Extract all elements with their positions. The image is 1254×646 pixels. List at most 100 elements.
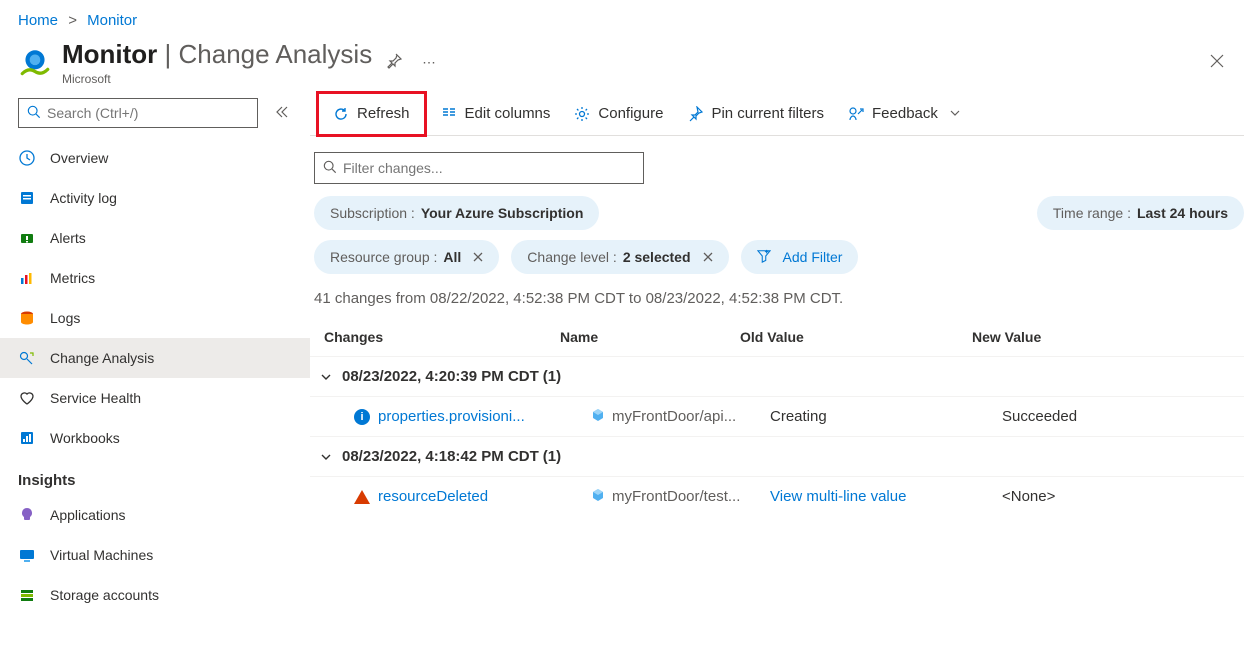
pill-value: Your Azure Subscription <box>421 205 584 221</box>
group-row[interactable]: 08/23/2022, 4:20:39 PM CDT (1) <box>310 356 1244 396</box>
pill-add-filter[interactable]: Add Filter <box>741 240 859 274</box>
title-sep: | <box>157 39 178 69</box>
virtual-machines-icon <box>18 546 36 564</box>
pill-label: Subscription : <box>330 205 415 221</box>
table-header: Changes Name Old Value New Value <box>310 323 1244 356</box>
sidebar-item-overview[interactable]: Overview <box>0 138 310 178</box>
collapse-sidebar-button[interactable] <box>270 101 292 126</box>
change-analysis-icon <box>18 349 36 367</box>
pin-button[interactable] <box>380 47 408 78</box>
group-row[interactable]: 08/23/2022, 4:18:42 PM CDT (1) <box>310 436 1244 476</box>
sidebar-item-metrics[interactable]: Metrics <box>0 258 310 298</box>
breadcrumb-home[interactable]: Home <box>18 12 58 29</box>
sidebar-item-logs[interactable]: Logs <box>0 298 310 338</box>
alerts-icon <box>18 229 36 247</box>
edit-columns-label: Edit columns <box>465 105 551 122</box>
info-icon: i <box>354 409 370 425</box>
title-main: Monitor <box>62 39 157 69</box>
table-row[interactable]: resourceDeleted myFrontDoor/test... View… <box>310 476 1244 516</box>
pill-resource-group[interactable]: Resource group : All <box>314 240 499 274</box>
col-header-name[interactable]: Name <box>560 329 740 345</box>
close-icon[interactable] <box>473 252 483 262</box>
filter-changes-input[interactable] <box>343 160 635 176</box>
storage-accounts-icon <box>18 586 36 604</box>
filter-changes-input-wrap[interactable] <box>314 152 644 184</box>
pill-value: 2 selected <box>623 249 691 265</box>
configure-label: Configure <box>598 105 663 122</box>
change-link[interactable]: resourceDeleted <box>378 488 488 505</box>
old-value-link[interactable]: View multi-line value <box>770 488 906 505</box>
breadcrumb-sep: > <box>68 12 77 29</box>
refresh-button[interactable]: Refresh <box>319 94 424 134</box>
old-value: Creating <box>770 408 1002 425</box>
sidebar-item-activity-log[interactable]: Activity log <box>0 178 310 218</box>
gear-icon <box>574 106 590 122</box>
sidebar-item-label: Storage accounts <box>50 587 159 603</box>
more-button[interactable]: ⋯ <box>416 49 441 77</box>
title-sub: Change Analysis <box>179 39 373 69</box>
refresh-label: Refresh <box>357 105 410 122</box>
title-block: Monitor | Change Analysis Microsoft <box>62 39 372 86</box>
table-row[interactable]: i properties.provisioni... myFrontDoor/a… <box>310 396 1244 436</box>
sidebar-item-alerts[interactable]: Alerts <box>0 218 310 258</box>
sidebar-item-label: Virtual Machines <box>50 547 153 563</box>
overview-icon <box>18 149 36 167</box>
sidebar-item-storage-accounts[interactable]: Storage accounts <box>0 575 310 615</box>
sidebar-item-label: Logs <box>50 310 80 326</box>
col-header-changes[interactable]: Changes <box>324 329 560 345</box>
sidebar-item-applications[interactable]: Applications <box>0 495 310 535</box>
pill-subscription[interactable]: Subscription : Your Azure Subscription <box>314 196 599 230</box>
pill-change-level[interactable]: Change level : 2 selected <box>511 240 728 274</box>
page-title: Monitor | Change Analysis <box>62 39 372 70</box>
resource-name: myFrontDoor/api... <box>612 408 736 425</box>
feedback-label: Feedback <box>872 105 938 122</box>
feedback-button[interactable]: Feedback <box>838 96 970 132</box>
sidebar: Overview Activity log Alerts Metrics Log… <box>0 88 310 626</box>
filter-bar: Subscription : Your Azure Subscription T… <box>310 136 1244 284</box>
content-pane: Refresh Edit columns Configure Pin curre… <box>310 88 1254 626</box>
sidebar-item-change-analysis[interactable]: Change Analysis <box>0 338 310 378</box>
chevron-down-icon <box>320 371 332 383</box>
sidebar-item-label: Applications <box>50 507 126 523</box>
col-header-old[interactable]: Old Value <box>740 329 972 345</box>
pin-icon <box>687 106 703 122</box>
sidebar-item-label: Service Health <box>50 390 141 406</box>
edit-columns-button[interactable]: Edit columns <box>431 96 561 132</box>
publisher: Microsoft <box>62 72 372 86</box>
chevron-down-icon <box>320 451 332 463</box>
logs-icon <box>18 309 36 327</box>
pill-label: Change level : <box>527 249 617 265</box>
group-count: (1) <box>543 368 561 385</box>
pill-value: Last 24 hours <box>1137 205 1228 221</box>
col-header-new[interactable]: New Value <box>972 329 1244 345</box>
resource-name: myFrontDoor/test... <box>612 488 740 505</box>
service-health-icon <box>18 389 36 407</box>
group-count: (1) <box>543 448 561 465</box>
resource-icon <box>590 407 606 427</box>
metrics-icon <box>18 269 36 287</box>
sidebar-item-label: Workbooks <box>50 430 120 446</box>
pill-time-range[interactable]: Time range : Last 24 hours <box>1037 196 1244 230</box>
feedback-icon <box>848 106 864 122</box>
sidebar-item-label: Activity log <box>50 190 117 206</box>
sidebar-item-workbooks[interactable]: Workbooks <box>0 418 310 458</box>
sidebar-item-virtual-machines[interactable]: Virtual Machines <box>0 535 310 575</box>
configure-button[interactable]: Configure <box>564 96 673 132</box>
sidebar-item-service-health[interactable]: Service Health <box>0 378 310 418</box>
change-link[interactable]: properties.provisioni... <box>378 408 525 425</box>
new-value: Succeeded <box>1002 408 1244 425</box>
search-icon <box>27 105 41 122</box>
sidebar-search[interactable] <box>18 98 258 128</box>
toolbar: Refresh Edit columns Configure Pin curre… <box>310 92 1244 136</box>
sidebar-item-label: Alerts <box>50 230 86 246</box>
close-button[interactable] <box>1204 48 1230 77</box>
pin-filters-button[interactable]: Pin current filters <box>677 96 834 132</box>
close-icon[interactable] <box>703 252 713 262</box>
pill-label: Time range : <box>1053 205 1131 221</box>
breadcrumb-monitor[interactable]: Monitor <box>87 12 137 29</box>
pin-label: Pin current filters <box>711 105 824 122</box>
new-value: <None> <box>1002 488 1244 505</box>
resource-icon <box>590 487 606 507</box>
activity-log-icon <box>18 189 36 207</box>
sidebar-search-input[interactable] <box>47 105 249 121</box>
